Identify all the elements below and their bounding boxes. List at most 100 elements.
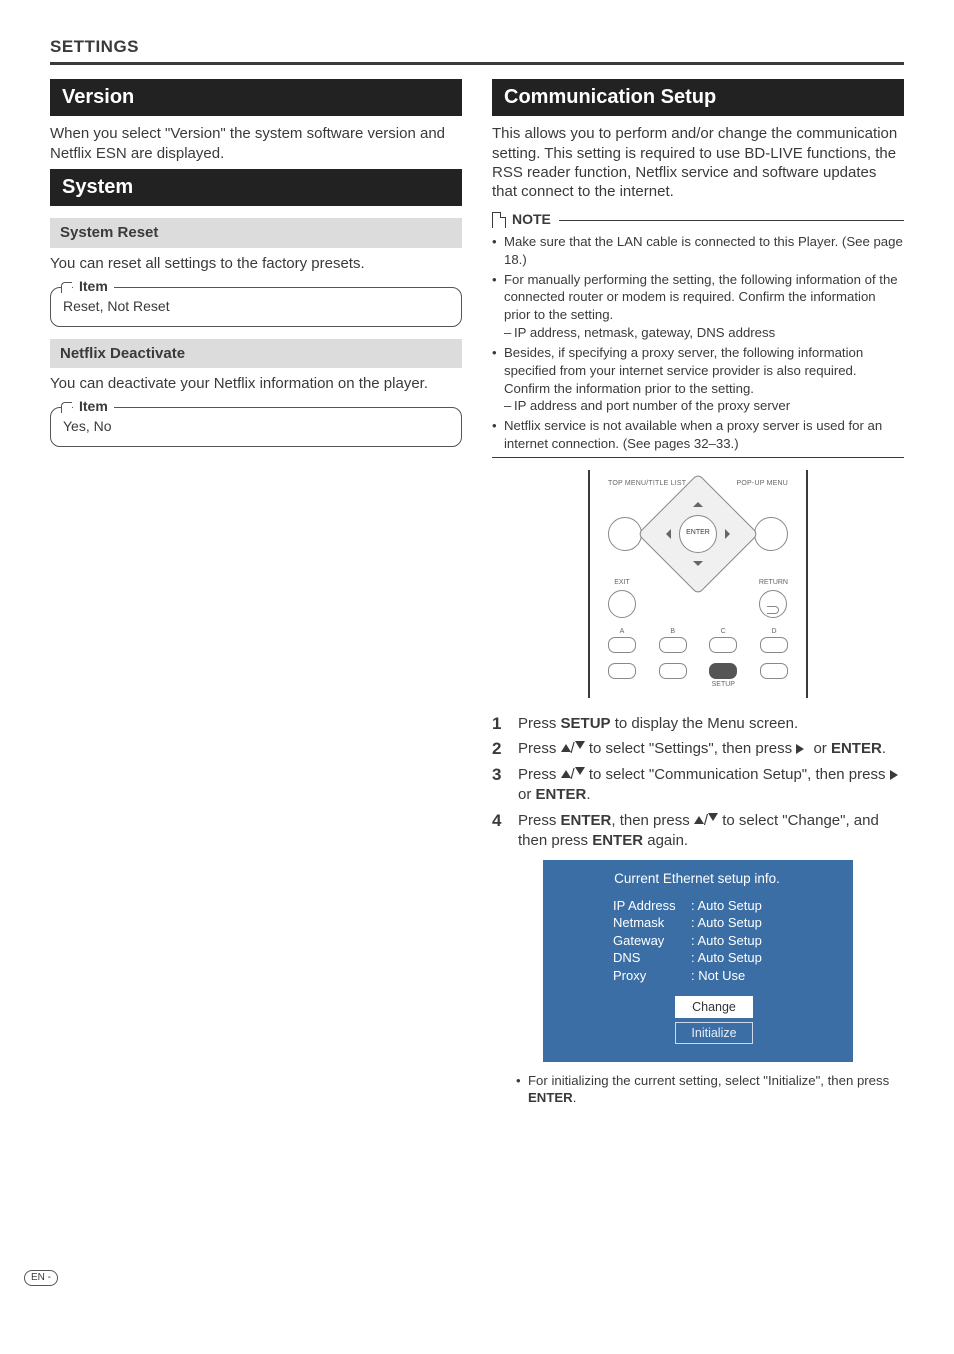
return-arrow-icon (767, 606, 779, 614)
postnote-text: . (573, 1090, 577, 1105)
step-text: or (518, 786, 536, 803)
up-arrow-icon (561, 739, 571, 752)
right-column: Communication Setup This allows you to p… (492, 79, 904, 1106)
remote-return-label: RETURN (759, 579, 788, 588)
ethernet-table: IP Address: Auto Setup Netmask: Auto Set… (613, 898, 766, 986)
netflix-deactivate-desc: You can deactivate your Netflix informat… (50, 374, 462, 393)
step-item: Press / to select "Communication Setup",… (492, 765, 904, 805)
down-arrow-icon (708, 813, 718, 826)
note-subitem: IP address, netmask, gateway, DNS addres… (504, 324, 904, 342)
remote-setup-label: SETUP (709, 681, 737, 690)
label-enter: ENTER (831, 740, 882, 757)
page-section-title: SETTINGS (50, 36, 904, 58)
ethernet-info-panel: Current Ethernet setup info. IP Address:… (543, 860, 853, 1061)
ethernet-row: Proxy: Not Use (613, 968, 766, 986)
remote-enter-button: ENTER (679, 515, 717, 553)
label-enter: ENTER (536, 786, 587, 803)
step-text: to select "Communication Setup", then pr… (585, 766, 890, 783)
system-reset-item-value: Reset, Not Reset (63, 298, 449, 316)
ethernet-val: : Auto Setup (691, 915, 766, 933)
note-item-text: For manually performing the setting, the… (504, 272, 898, 323)
step-item: Press SETUP to display the Menu screen. (492, 714, 904, 734)
step-text: . (882, 740, 886, 757)
ethernet-change-button[interactable]: Change (675, 996, 753, 1018)
note-item: Besides, if specifying a proxy server, t… (492, 344, 904, 415)
step-text: again. (643, 832, 688, 849)
remote-dpad: ENTER (655, 491, 741, 577)
step-text: Press (518, 715, 561, 732)
step-text: Press (518, 766, 561, 783)
note-page-icon (492, 212, 506, 228)
remote-setup-button (709, 663, 737, 679)
note-item: Netflix service is not available when a … (492, 417, 904, 453)
remote-pill-button (608, 663, 636, 679)
system-reset-item-box: Item Reset, Not Reset (50, 287, 462, 327)
dpad-down-icon (693, 561, 703, 571)
communication-setup-desc: This allows you to perform and/or change… (492, 124, 904, 201)
ethernet-row: Gateway: Auto Setup (613, 933, 766, 951)
dpad-left-icon (661, 529, 671, 539)
ethernet-val: : Not Use (691, 968, 766, 986)
ethernet-row: DNS: Auto Setup (613, 950, 766, 968)
remote-diagram: TOP MENU/TITLE LIST POP-UP MENU ENTER (492, 470, 904, 698)
ethernet-row: IP Address: Auto Setup (613, 898, 766, 916)
page-footer: EN (50, 1226, 904, 1286)
dpad-up-icon (693, 497, 703, 507)
ethernet-panel-title: Current Ethernet setup info. (563, 870, 831, 887)
post-panel-note: For initializing the current setting, se… (492, 1072, 904, 1106)
netflix-deactivate-item-value: Yes, No (63, 418, 449, 436)
postnote-text: For initializing the current setting, se… (528, 1073, 889, 1088)
note-label: NOTE (512, 211, 551, 229)
remote-b-label: B (659, 628, 687, 637)
note-header: NOTE (492, 211, 904, 229)
remote-c-label: C (709, 628, 737, 637)
ethernet-key: IP Address (613, 898, 691, 916)
step-text: Press (518, 812, 561, 829)
remote-exit-button (608, 590, 636, 618)
ethernet-key: DNS (613, 950, 691, 968)
system-reset-heading: System Reset (50, 218, 462, 247)
note-subitem: IP address and port number of the proxy … (504, 397, 904, 415)
ethernet-initialize-button[interactable]: Initialize (675, 1022, 753, 1044)
steps-list: Press SETUP to display the Menu screen. … (492, 714, 904, 851)
remote-c-button (709, 637, 737, 653)
remote-exit-label: EXIT (608, 579, 636, 588)
item-legend: Item (73, 398, 114, 416)
note-header-line (559, 220, 904, 221)
ethernet-val: : Auto Setup (691, 898, 766, 916)
step-text: , then press (611, 812, 694, 829)
ethernet-key: Netmask (613, 915, 691, 933)
remote-body: TOP MENU/TITLE LIST POP-UP MENU ENTER (588, 470, 808, 698)
remote-top-menu-label: TOP MENU/TITLE LIST (608, 480, 686, 489)
remote-pill-button (760, 663, 788, 679)
left-column: Version When you select "Version" the sy… (50, 79, 462, 1106)
step-text: to display the Menu screen. (611, 715, 799, 732)
remote-b-button (659, 637, 687, 653)
ethernet-row: Netmask: Auto Setup (613, 915, 766, 933)
step-item: Press ENTER, then press / to select "Cha… (492, 811, 904, 851)
down-arrow-icon (575, 741, 585, 754)
ethernet-key: Gateway (613, 933, 691, 951)
header-rule (50, 62, 904, 65)
down-arrow-icon (575, 767, 585, 780)
step-item: Press / to select "Settings", then press… (492, 739, 904, 759)
remote-popup-menu-label: POP-UP MENU (737, 480, 788, 489)
label-enter: ENTER (528, 1090, 573, 1105)
step-text: to select "Settings", then press (585, 740, 797, 757)
remote-return-button (759, 590, 787, 618)
ethernet-val: : Auto Setup (691, 933, 766, 951)
version-heading: Version (50, 79, 462, 117)
remote-d-label: D (760, 628, 788, 637)
step-text: . (586, 786, 590, 803)
system-reset-desc: You can reset all settings to the factor… (50, 254, 462, 273)
version-desc: When you select "Version" the system sof… (50, 124, 462, 162)
step-text: Press (518, 740, 561, 757)
remote-a-label: A (608, 628, 636, 637)
label-enter: ENTER (592, 832, 643, 849)
item-legend: Item (73, 278, 114, 296)
up-arrow-icon (561, 765, 571, 778)
note-item: For manually performing the setting, the… (492, 271, 904, 342)
netflix-deactivate-heading: Netflix Deactivate (50, 339, 462, 368)
ethernet-key: Proxy (613, 968, 691, 986)
note-footer-line (492, 457, 904, 458)
